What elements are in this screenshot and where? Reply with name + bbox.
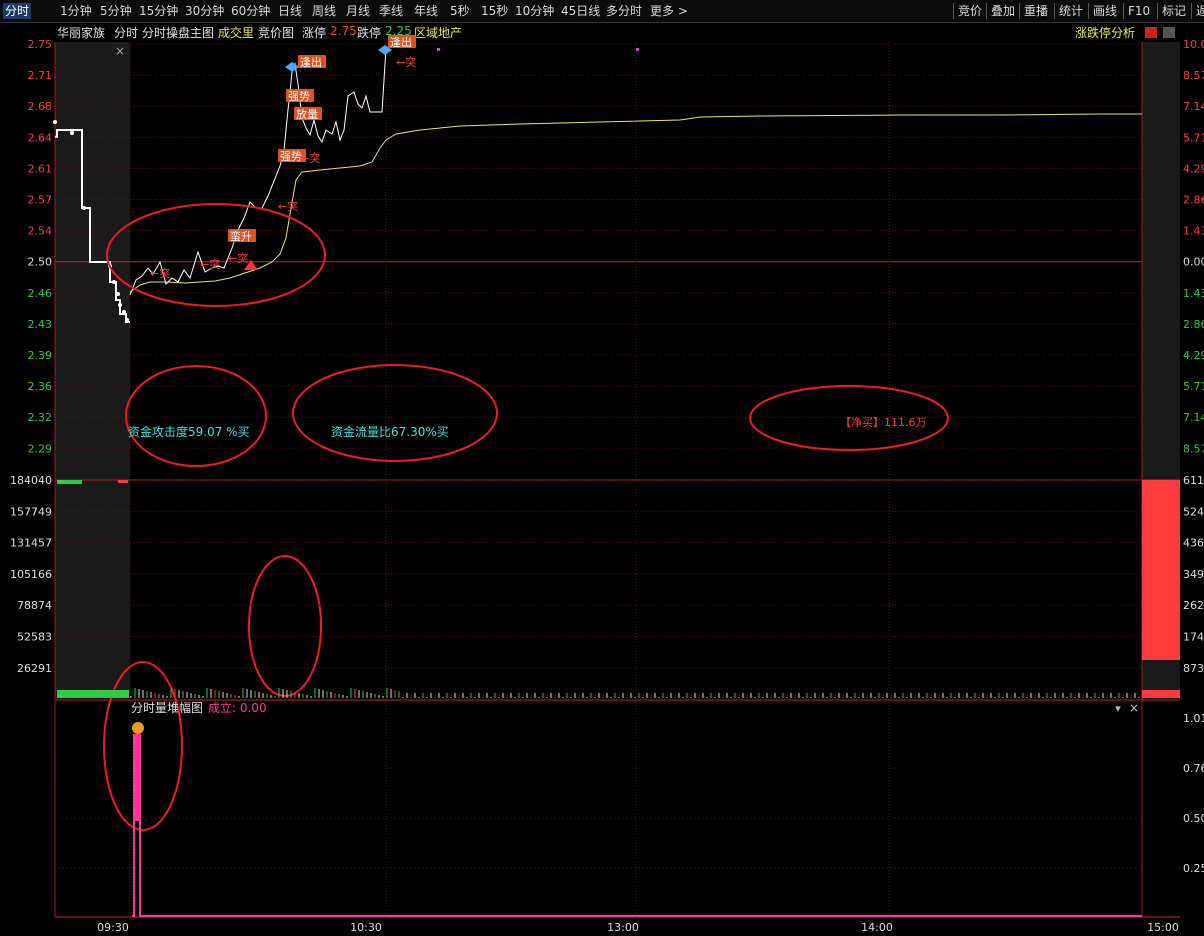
preopen-dot — [112, 280, 116, 284]
pct-tick: 1.43 — [1183, 287, 1204, 300]
preopen-auction-bar — [57, 480, 82, 484]
sub-panel-value: 成立: 0.00 — [208, 700, 267, 715]
net-buy-label: 【净买】111.6万 — [840, 415, 927, 429]
time-tick: 15:00 — [1147, 921, 1179, 934]
highlight-ellipse — [106, 203, 326, 307]
volume-tick: 157749 — [10, 505, 52, 518]
price-tick: 2.61 — [28, 162, 53, 175]
preopen-dot — [70, 131, 74, 135]
time-tick: 10:30 — [350, 921, 382, 934]
signal-tag: 强势 — [288, 90, 310, 103]
price-tick: 2.43 — [28, 318, 53, 331]
preopen-volume-bar — [57, 690, 129, 698]
sub-axis-tick: 0.50 — [1183, 812, 1204, 825]
volume-right-tick: 524 — [1183, 505, 1204, 518]
highlight-ellipse — [248, 555, 322, 697]
highlight-ellipse — [292, 364, 498, 462]
pct-tick: 7.14 — [1183, 411, 1204, 424]
signal-tag: 逢出 — [390, 35, 412, 49]
pct-tick: 4.29 — [1183, 349, 1204, 362]
fund-flow-label: 资金流量比67.30%买 — [331, 424, 449, 439]
price-tick: 2.71 — [28, 69, 53, 82]
time-tick: 13:00 — [607, 921, 639, 934]
signal-break-tag: ←突 — [228, 251, 248, 265]
pct-tick: 7.14 — [1183, 100, 1204, 113]
sub-axis-tick: 1.01 — [1183, 712, 1204, 725]
volume-tick: 105166 — [10, 568, 52, 581]
price-tick: 2.46 — [28, 287, 53, 300]
pct-tick: 8.57 — [1183, 442, 1204, 455]
close-auction-bar — [1142, 480, 1180, 660]
sub-axis-tick: 0.76 — [1183, 762, 1204, 775]
chart-canvas: 2.75 10.00 2.71 8.57 2.68 7.14 2.64 5.71 2.61 4.2… — [10, 27, 1204, 934]
price-tick: 2.36 — [28, 380, 53, 393]
sub-panel-title: 分时量堆幅图 — [131, 700, 203, 715]
auction-bar — [118, 480, 128, 483]
volume-right-tick: 349 — [1183, 568, 1204, 581]
preopen-dot — [118, 303, 122, 307]
time-tick: 09:30 — [97, 921, 129, 934]
close-icon[interactable]: × — [1129, 701, 1139, 715]
signal-break-tag: ←突 — [278, 199, 298, 213]
time-tick: 14:00 — [861, 921, 893, 934]
pct-tick: 8.57 — [1183, 69, 1204, 82]
signal-break-tag: ←突 — [200, 257, 220, 271]
signal-tag: 强势 — [280, 150, 302, 163]
signal-break-tag: ←突 — [150, 266, 170, 280]
pct-tick: 1.43 — [1183, 225, 1204, 238]
signal-tag: 逢出 — [300, 55, 322, 69]
price-tick: 2.32 — [28, 411, 53, 424]
highlight-ellipse — [125, 365, 267, 467]
signal-break-tag: ←突 — [396, 55, 416, 69]
pct-tick: 10.00 — [1183, 38, 1204, 51]
volume-tick: 26291 — [17, 662, 52, 675]
settings-icon[interactable] — [1145, 27, 1157, 38]
volume-tick: 184040 — [10, 474, 52, 487]
marker-dot — [437, 48, 440, 51]
price-tick: 2.54 — [28, 225, 53, 238]
pct-tick: 0.00 — [1183, 256, 1204, 269]
pct-tick: 4.29 — [1183, 162, 1204, 175]
preopen-dot — [82, 206, 86, 210]
preopen-shade — [55, 42, 130, 698]
volume-tick: 78874 — [17, 599, 52, 612]
price-tick: 2.57 — [28, 194, 53, 207]
close-volume-bar — [1142, 690, 1180, 698]
pct-tick: 2.86 — [1183, 194, 1204, 207]
volume-right-tick: 873 — [1183, 662, 1204, 675]
signal-tag: 蛮升 — [230, 229, 252, 243]
price-tick: 2.50 — [28, 256, 53, 269]
preopen-dot — [122, 310, 126, 314]
highlight-ellipse — [103, 661, 183, 831]
marker-dot — [636, 48, 639, 51]
volume-right-tick: 611 — [1183, 474, 1204, 487]
sub-axis-tick: 0.25 — [1183, 862, 1204, 875]
diamond-icon — [285, 62, 299, 72]
sub-spike-line — [132, 734, 1142, 917]
preopen-dot — [53, 120, 57, 124]
pct-tick: 5.71 — [1183, 131, 1204, 144]
pct-tick: 5.71 — [1183, 380, 1204, 393]
expand-icon[interactable] — [1163, 27, 1175, 38]
money-bag-icon — [132, 722, 144, 734]
signal-break-tag: ←突 — [300, 151, 320, 165]
preopen-dot — [125, 318, 129, 322]
close-icon[interactable]: × — [115, 44, 125, 58]
price-tick: 2.39 — [28, 349, 53, 362]
attack-strength-label: 资金攻击度59.07 %买 — [128, 424, 250, 439]
price-tick: 2.29 — [28, 442, 53, 455]
volume-right-tick: 262 — [1183, 599, 1204, 612]
price-line — [129, 47, 387, 296]
volume-tick: 52583 — [17, 631, 52, 644]
price-tick: 2.64 — [28, 131, 53, 144]
price-tick: 2.68 — [28, 100, 53, 113]
volume-right-tick: 174 — [1183, 631, 1204, 644]
dropdown-icon[interactable]: ▾ — [1115, 702, 1121, 715]
volume-right-tick: 436 — [1183, 537, 1204, 550]
price-tick: 2.75 — [28, 38, 53, 51]
pct-tick: 2.86 — [1183, 318, 1204, 331]
volume-tick: 131457 — [10, 537, 52, 550]
signal-tag: 放量 — [296, 107, 318, 121]
preopen-dot — [116, 292, 120, 296]
